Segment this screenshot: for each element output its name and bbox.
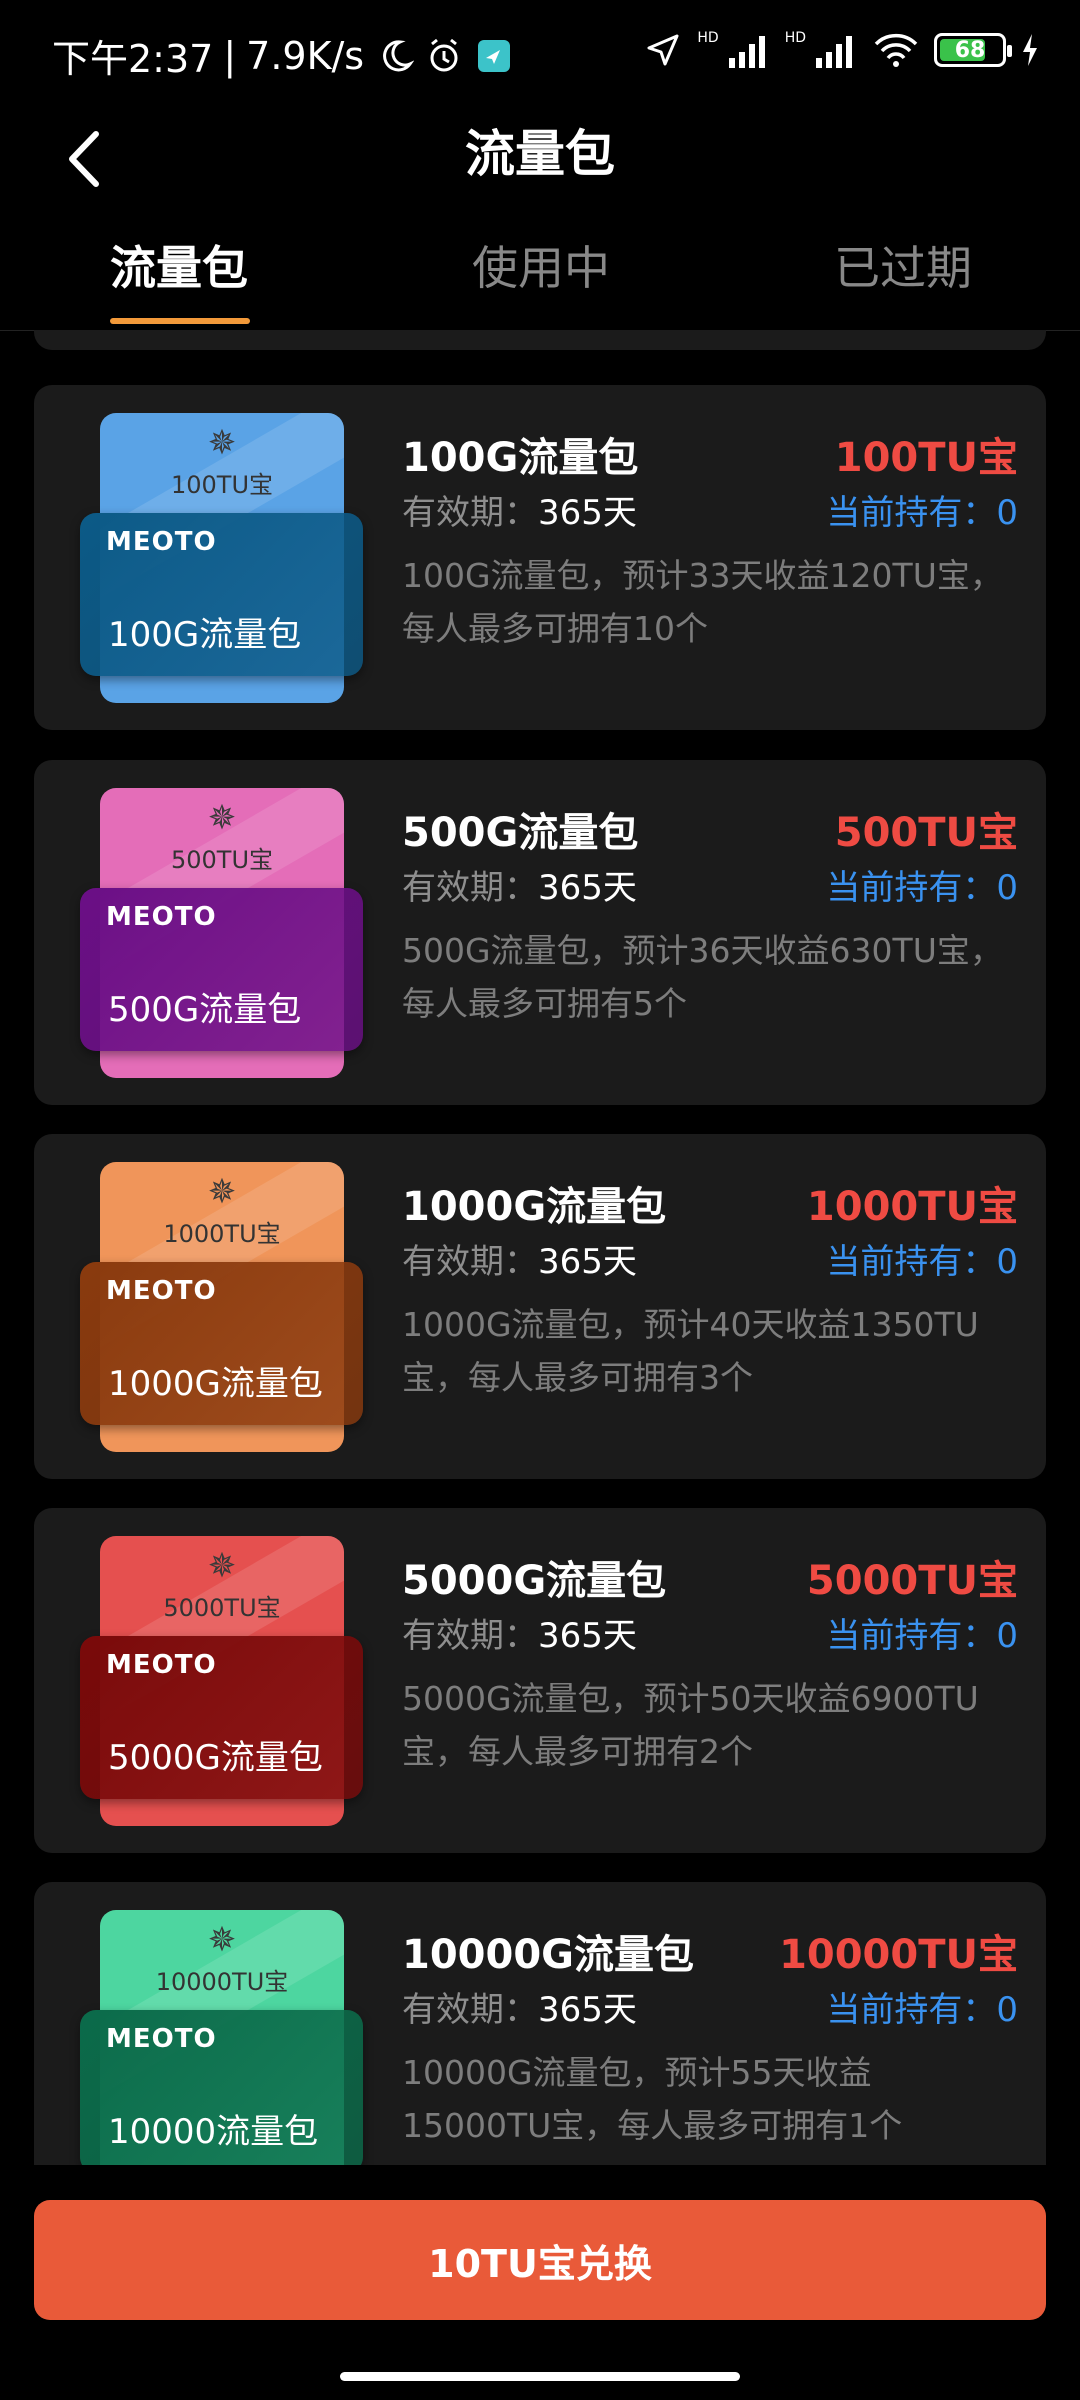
page-title: 流量包 [465,125,615,183]
package-description: 1000G流量包，预计40天收益1350TU宝，每人最多可拥有3个 [402,1305,979,1397]
package-description: 500G流量包，预计36天收益630TU宝，每人最多可拥有5个 [402,931,1003,1023]
thumbnail-front-card: MEOTO 5000G流量包 [80,1636,363,1799]
package-title: 5000G流量包 [402,1558,667,1604]
package-thumbnail: ✵ 10000TU宝 MEOTO 10000流量包 [80,1910,363,2165]
package-price: 500TU宝 [834,810,1018,856]
package-card[interactable]: ✵ 100TU宝 MEOTO 100G流量包 100G流量包 100TU宝 有效… [34,385,1046,730]
status-time: 下午2:37 [52,37,214,81]
maple-leaf-icon: ✵ [207,1172,237,1212]
thumbnail-tu-label: 5000TU宝 [163,1594,281,1622]
package-card[interactable]: ✵ 500TU宝 MEOTO 500G流量包 500G流量包 500TU宝 有效… [34,760,1046,1105]
package-title: 500G流量包 [402,810,639,856]
hd-label: HD [697,30,719,46]
package-thumbnail: ✵ 1000TU宝 MEOTO 1000G流量包 [80,1162,363,1452]
package-validity: 有效期：365天 [402,1982,637,2031]
brand-logo: MEOTO [106,1276,217,1306]
package-description: 5000G流量包，预计50天收益6900TU宝，每人最多可拥有2个 [402,1679,979,1771]
battery-level: 68 [954,37,986,63]
thumbnail-front-card: MEOTO 10000流量包 [80,2010,363,2165]
maple-leaf-icon: ✵ [207,423,237,463]
thumbnail-front-card: MEOTO 100G流量包 [80,513,363,676]
package-holding: 当前持有：0 [826,1616,1018,1656]
package-title: 1000G流量包 [402,1184,667,1230]
package-holding: 当前持有：0 [826,1990,1018,2030]
validity-label: 有效期： [402,1616,538,1656]
package-card-partial [34,330,1046,350]
thumbnail-package-name: 1000G流量包 [108,1364,323,1404]
validity-value: 365天 [538,1990,637,2030]
maple-leaf-icon: ✵ [207,1546,237,1586]
header: 流量包 [0,100,1080,240]
package-card[interactable]: ✵ 5000TU宝 MEOTO 5000G流量包 5000G流量包 5000TU… [34,1508,1046,1853]
maple-leaf-icon: ✵ [207,1920,237,1960]
hd-label-2: HD [784,30,806,46]
validity-label: 有效期： [402,493,538,533]
charging-icon [1023,34,1037,66]
thumbnail-package-name: 5000G流量包 [108,1738,323,1778]
validity-value: 365天 [538,1616,637,1656]
tab-bar: 流量包 使用中 已过期 [0,220,1080,331]
package-thumbnail: ✵ 500TU宝 MEOTO 500G流量包 [80,788,363,1078]
validity-label: 有效期： [402,1990,538,2030]
thumbnail-front-card: MEOTO 1000G流量包 [80,1262,363,1425]
thumbnail-package-name: 500G流量包 [108,990,302,1030]
signal-icon [728,36,765,68]
redeem-button[interactable]: 10TU宝兑换 [34,2200,1046,2320]
package-price: 1000TU宝 [806,1184,1018,1230]
package-title: 10000G流量包 [402,1932,694,1978]
package-holding: 当前持有：0 [826,1242,1018,1282]
thumbnail-package-name: 100G流量包 [108,615,302,655]
validity-label: 有效期： [402,1242,538,1282]
battery-icon: 68 [934,33,1012,67]
validity-label: 有效期： [402,868,538,908]
package-holding: 当前持有：0 [826,868,1018,908]
thumbnail-tu-label: 1000TU宝 [163,1220,281,1248]
wifi-icon [874,33,918,67]
signal-icon-2 [816,36,852,68]
brand-logo: MEOTO [106,527,217,557]
package-card[interactable]: ✵ 1000TU宝 MEOTO 1000G流量包 1000G流量包 1000TU… [34,1134,1046,1479]
thumbnail-front-card: MEOTO 500G流量包 [80,888,363,1051]
tab-active-indicator [110,318,250,324]
validity-value: 365天 [538,493,637,533]
package-list[interactable]: ✵ 100TU宝 MEOTO 100G流量包 100G流量包 100TU宝 有效… [0,330,1080,2165]
status-bar: 下午2:37 | 7.9K/s HD HD 68 [0,0,1080,100]
thumbnail-tu-label: 100TU宝 [170,471,274,499]
status-speed: 7.9K/s [246,33,365,78]
location-icon [647,34,679,66]
package-description: 10000G流量包，预计55天收益15000TU宝，每人最多可拥有1个 [402,2053,903,2145]
package-thumbnail: ✵ 100TU宝 MEOTO 100G流量包 [80,413,363,703]
thumbnail-tu-label: 500TU宝 [170,846,274,874]
brand-logo: MEOTO [106,2024,217,2054]
alarm-icon [430,38,458,71]
package-validity: 有效期：365天 [402,1608,637,1657]
package-thumbnail: ✵ 5000TU宝 MEOTO 5000G流量包 [80,1536,363,1826]
validity-value: 365天 [538,868,637,908]
package-price: 10000TU宝 [779,1932,1018,1978]
moon-icon [383,39,415,71]
validity-value: 365天 [538,1242,637,1282]
tab-expired[interactable]: 已过期 [834,232,972,298]
brand-logo: MEOTO [106,902,217,932]
thumbnail-tu-label: 10000TU宝 [155,1968,289,1996]
home-indicator[interactable] [340,2372,740,2381]
maple-leaf-icon: ✵ [207,798,237,838]
package-title: 100G流量包 [402,435,639,481]
brand-logo: MEOTO [106,1650,217,1680]
package-price: 5000TU宝 [806,1558,1018,1604]
package-card[interactable]: ✵ 10000TU宝 MEOTO 10000流量包 10000G流量包 1000… [34,1882,1046,2165]
tab-packages[interactable]: 流量包 [110,232,248,298]
package-price: 100TU宝 [834,435,1018,481]
package-validity: 有效期：365天 [402,860,637,909]
package-holding: 当前持有：0 [826,493,1018,533]
tab-in-use[interactable]: 使用中 [472,232,610,298]
thumbnail-package-name: 10000流量包 [108,2112,319,2152]
app-notification-icon [478,39,511,72]
package-validity: 有效期：365天 [402,485,637,534]
package-validity: 有效期：365天 [402,1234,637,1283]
package-description: 100G流量包，预计33天收益120TU宝，每人最多可拥有10个 [402,556,1003,648]
